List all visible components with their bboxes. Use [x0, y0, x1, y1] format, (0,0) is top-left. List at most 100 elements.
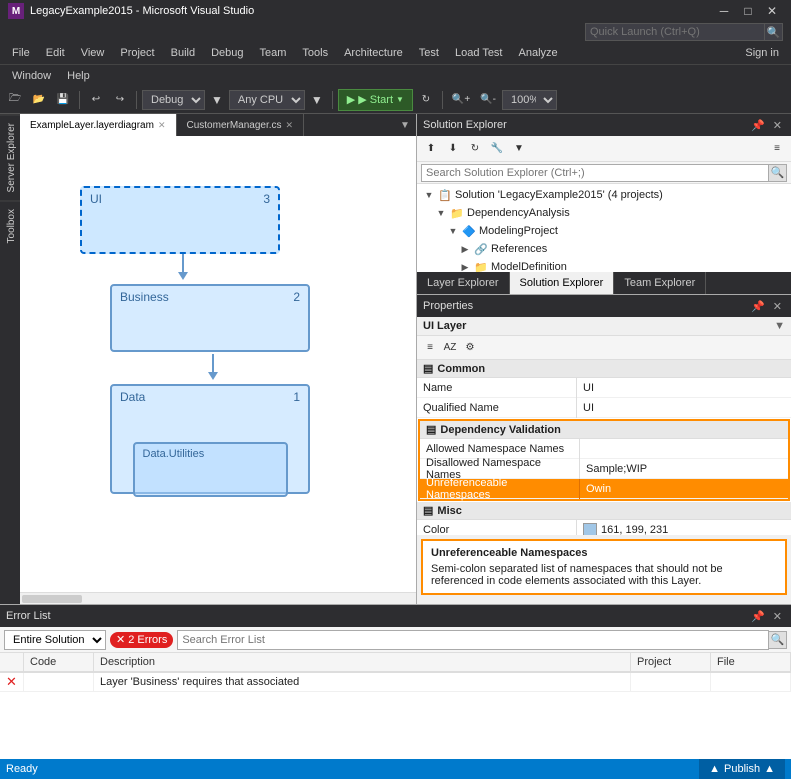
- prop-unreferenceable-ns-value[interactable]: Owin: [580, 479, 788, 499]
- diagram-scrollbar[interactable]: [20, 592, 416, 604]
- menu-test[interactable]: Test: [411, 42, 447, 64]
- error-row-0[interactable]: ✕ Layer 'Business' requires that associa…: [0, 673, 791, 692]
- tree-toggle-refs[interactable]: ▶: [457, 241, 473, 257]
- solution-search-icon[interactable]: 🔍: [769, 164, 787, 182]
- error-list-pin-btn[interactable]: 📌: [748, 610, 768, 623]
- menu-window[interactable]: Window: [4, 65, 59, 87]
- prop-section-misc-expand[interactable]: ▤: [423, 504, 433, 517]
- sol-tb-btn-1[interactable]: ⬆: [421, 139, 441, 159]
- tab-team-explorer[interactable]: Team Explorer: [614, 272, 706, 294]
- menu-edit[interactable]: Edit: [38, 42, 73, 64]
- open-button[interactable]: 📂: [28, 89, 50, 111]
- error-search-icon[interactable]: 🔍: [769, 631, 787, 649]
- error-col-desc[interactable]: Description: [94, 653, 631, 671]
- tree-toggle-modeling[interactable]: ▼: [445, 223, 461, 239]
- tab-layer-explorer[interactable]: Layer Explorer: [417, 272, 510, 294]
- toolbar-separator-1: [79, 91, 80, 109]
- tab-layerdiagram-close[interactable]: ✕: [158, 120, 166, 131]
- menu-tools[interactable]: Tools: [294, 42, 336, 64]
- new-project-button[interactable]: 🗁: [4, 89, 26, 111]
- prop-allowed-ns-value[interactable]: [580, 439, 788, 459]
- scroll-thumb[interactable]: [22, 595, 82, 603]
- sol-tb-btn-3[interactable]: ↻: [465, 139, 485, 159]
- tab-customermanager[interactable]: CustomerManager.cs ✕: [177, 114, 305, 136]
- platform-dropdown[interactable]: Any CPU: [229, 90, 305, 110]
- menu-file[interactable]: File: [4, 42, 38, 64]
- menu-view[interactable]: View: [73, 42, 113, 64]
- sol-explorer-close-btn[interactable]: ✕: [770, 119, 785, 132]
- tree-toggle-modeldef[interactable]: ▶: [457, 259, 473, 272]
- debug-config-dropdown[interactable]: Debug: [142, 90, 205, 110]
- error-col-code[interactable]: Code: [24, 653, 94, 671]
- prop-section-dep-expand[interactable]: ▤: [426, 423, 436, 436]
- tab-layerdiagram-label: ExampleLayer.layerdiagram: [30, 120, 154, 131]
- minimize-button[interactable]: ─: [713, 0, 735, 22]
- prop-unreferenceable-ns-row[interactable]: Unreferenceable Namespaces Owin: [420, 479, 788, 499]
- menu-build[interactable]: Build: [163, 42, 203, 64]
- properties-close-btn[interactable]: ✕: [770, 300, 785, 313]
- menu-sign-in[interactable]: Sign in: [737, 42, 787, 64]
- sol-explorer-pin-btn[interactable]: 📌: [748, 119, 768, 132]
- undo-button[interactable]: ↩: [85, 89, 107, 111]
- diagram-canvas[interactable]: UI 3 Business 2 Data 1: [20, 136, 416, 592]
- error-col-project[interactable]: Project: [631, 653, 711, 671]
- tree-toggle-dep[interactable]: ▼: [433, 205, 449, 221]
- color-swatch[interactable]: [583, 523, 597, 536]
- tab-customermanager-close[interactable]: ✕: [286, 120, 294, 131]
- error-list-close-btn[interactable]: ✕: [770, 610, 785, 623]
- tab-layerdiagram[interactable]: ExampleLayer.layerdiagram ✕: [20, 114, 177, 136]
- publish-button[interactable]: ▲ Publish ▲: [699, 759, 785, 779]
- prop-settings-btn[interactable]: ⚙: [461, 339, 479, 357]
- zoom-out-button[interactable]: 🔍-: [476, 89, 500, 111]
- prop-sort-cat-btn[interactable]: ≡: [421, 339, 439, 357]
- menu-load-test[interactable]: Load Test: [447, 42, 511, 64]
- tree-model-def[interactable]: ▶ 📁 ModelDefinition: [417, 258, 791, 272]
- close-button[interactable]: ✕: [761, 0, 783, 22]
- panel-tab-bar: Layer Explorer Solution Explorer Team Ex…: [417, 272, 791, 294]
- menu-team[interactable]: Team: [252, 42, 295, 64]
- menu-architecture[interactable]: Architecture: [336, 42, 411, 64]
- tab-nav-icon[interactable]: ▼: [394, 114, 416, 136]
- restart-button[interactable]: ↻: [415, 89, 437, 111]
- tree-dependency-analysis[interactable]: ▼ 📁 DependencyAnalysis: [417, 204, 791, 222]
- save-button[interactable]: 💾: [52, 89, 74, 111]
- toolbox-tab[interactable]: Toolbox: [0, 200, 20, 251]
- menu-debug[interactable]: Debug: [203, 42, 251, 64]
- quick-launch-input[interactable]: [585, 23, 765, 41]
- sol-tb-btn-4[interactable]: 🔧: [487, 139, 507, 159]
- menu-help[interactable]: Help: [59, 65, 98, 87]
- menu-analyze[interactable]: Analyze: [511, 42, 566, 64]
- data-layer-box[interactable]: Data 1 Data.Utilities: [110, 384, 310, 494]
- sol-tb-btn-2[interactable]: ⬇: [443, 139, 463, 159]
- tree-toggle-solution[interactable]: ▼: [421, 187, 437, 203]
- sol-tb-btn-5[interactable]: ▼: [509, 139, 529, 159]
- ui-layer-box[interactable]: UI 3: [80, 186, 280, 254]
- start-button[interactable]: ▶ ▶ Start ▼: [338, 89, 413, 111]
- data-utilities-layer-box[interactable]: Data.Utilities: [133, 442, 288, 497]
- tree-references[interactable]: ▶ 🔗 References: [417, 240, 791, 258]
- server-explorer-tab[interactable]: Server Explorer: [0, 114, 20, 200]
- tree-modeling-project[interactable]: ▼ 🔷 ModelingProject: [417, 222, 791, 240]
- prop-disallowed-ns-value[interactable]: Sample;WIP: [580, 459, 788, 479]
- error-filter-dropdown[interactable]: Entire Solution: [4, 630, 106, 650]
- prop-section-common-expand[interactable]: ▤: [423, 362, 433, 375]
- error-col-icon[interactable]: [0, 653, 24, 671]
- prop-color-value[interactable]: 161, 199, 231: [577, 520, 791, 536]
- zoom-in-button[interactable]: 🔍+: [448, 89, 474, 111]
- maximize-button[interactable]: □: [737, 0, 759, 22]
- tree-solution[interactable]: ▼ 📋 Solution 'LegacyExample2015' (4 proj…: [417, 186, 791, 204]
- zoom-dropdown[interactable]: 100%: [502, 90, 557, 110]
- solution-search-input[interactable]: [421, 164, 769, 182]
- folder-icon: 📁: [449, 205, 465, 221]
- error-col-file[interactable]: File: [711, 653, 791, 671]
- quick-launch-search-icon[interactable]: 🔍: [765, 23, 783, 41]
- sol-tb-btn-6[interactable]: ≡: [767, 139, 787, 159]
- prop-name-value[interactable]: UI: [577, 378, 791, 398]
- business-layer-box[interactable]: Business 2: [110, 284, 310, 352]
- prop-sort-alpha-btn[interactable]: AZ: [441, 339, 459, 357]
- error-search-input[interactable]: [177, 630, 769, 650]
- menu-project[interactable]: Project: [112, 42, 162, 64]
- redo-button[interactable]: ↪: [109, 89, 131, 111]
- properties-pin-btn[interactable]: 📌: [748, 300, 768, 313]
- tab-solution-explorer[interactable]: Solution Explorer: [510, 272, 615, 294]
